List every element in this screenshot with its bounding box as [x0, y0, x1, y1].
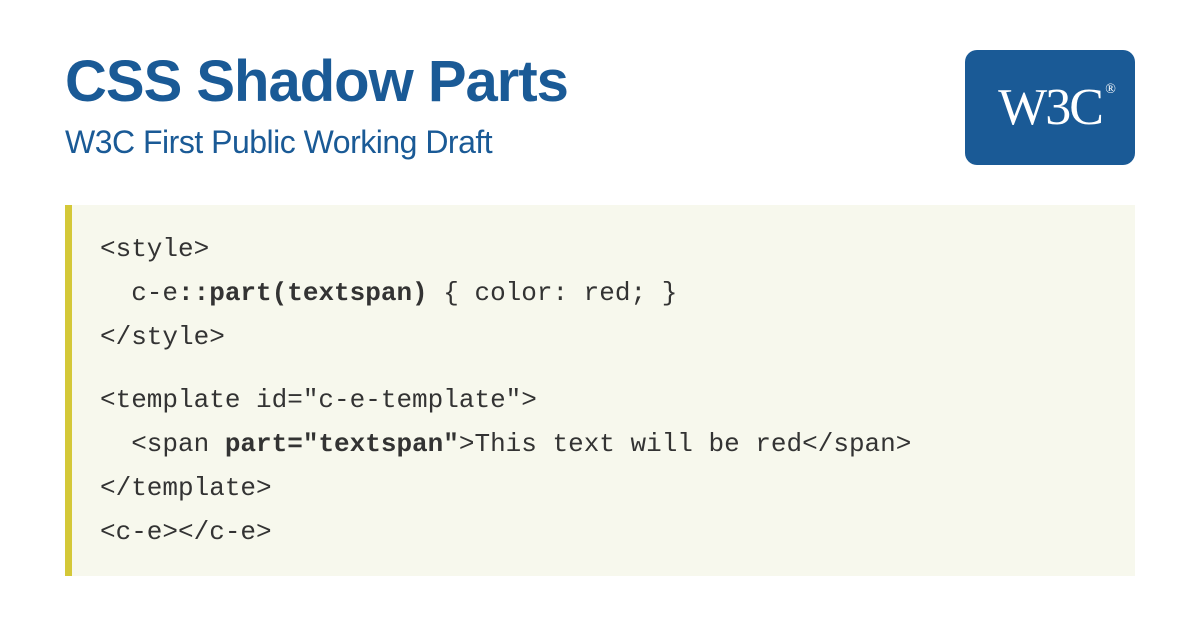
code-text: c-e [100, 278, 178, 308]
code-text: </template> [100, 473, 272, 503]
code-line: <style> [100, 227, 1107, 271]
code-line: </style> [100, 315, 1107, 359]
code-example: <style> c-e::part(textspan) { color: red… [65, 205, 1135, 576]
code-line: <c-e></c-e> [100, 510, 1107, 554]
code-line: </template> [100, 466, 1107, 510]
code-text-bold: ::part(textspan) [178, 278, 428, 308]
code-paragraph-1: <style> c-e::part(textspan) { color: red… [100, 227, 1107, 360]
w3c-logo: W3C® [965, 50, 1135, 165]
w3c-logo-label: W3C [998, 79, 1102, 136]
code-line: c-e::part(textspan) { color: red; } [100, 271, 1107, 315]
title-block: CSS Shadow Parts W3C First Public Workin… [65, 50, 935, 161]
code-text: >This text will be red</span> [459, 429, 911, 459]
code-text: <style> [100, 234, 209, 264]
code-text-bold: part="textspan" [225, 429, 459, 459]
code-text: </style> [100, 322, 225, 352]
header: CSS Shadow Parts W3C First Public Workin… [65, 50, 1135, 165]
code-paragraph-2: <template id="c-e-template"> <span part=… [100, 378, 1107, 555]
w3c-logo-text: W3C® [998, 78, 1102, 137]
code-text: { color: red; } [428, 278, 678, 308]
code-line: <span part="textspan">This text will be … [100, 422, 1107, 466]
subtitle: W3C First Public Working Draft [65, 124, 935, 161]
code-text: <span [100, 429, 225, 459]
registered-mark-icon: ® [1105, 82, 1114, 98]
code-text: <template id="c-e-template"> [100, 385, 537, 415]
code-line: <template id="c-e-template"> [100, 378, 1107, 422]
page-title: CSS Shadow Parts [65, 50, 935, 114]
code-text: <c-e></c-e> [100, 517, 272, 547]
